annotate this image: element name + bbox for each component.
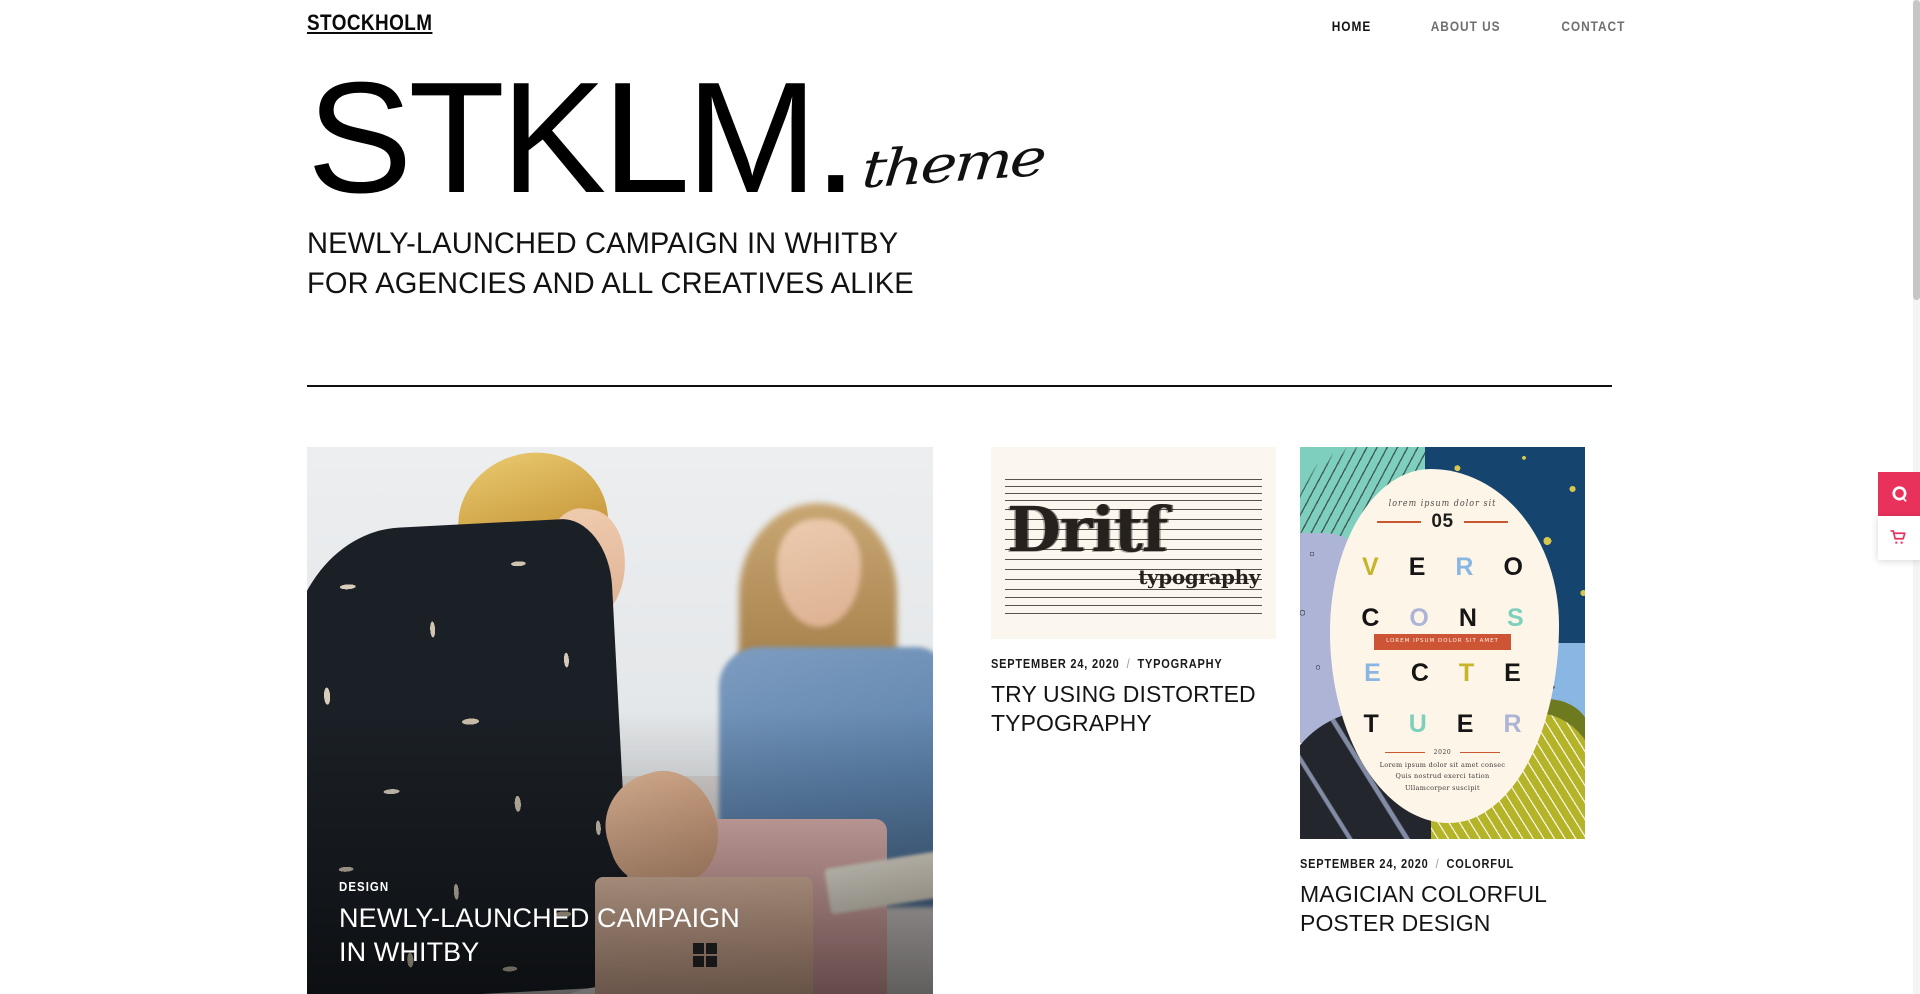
shopping-cart-icon [1890,530,1906,544]
poster-letter: O [1409,604,1429,632]
post-date: SEPTEMBER 24, 2020 [1300,857,1429,871]
post-date: SEPTEMBER 24, 2020 [991,657,1120,671]
hero-divider [307,385,1612,387]
poster-footer-rule: 2020 [1300,749,1585,756]
post-thumb-colorful[interactable]: lorem ipsum dolor sit 05 V E R O C O N S… [1300,447,1585,839]
poster-rule-right [1463,521,1508,523]
post-meta-separator: / [1435,857,1440,871]
poster-number-row: 05 [1300,511,1585,533]
poster-letter: T [1363,710,1379,738]
post-category[interactable]: COLORFUL [1447,857,1514,871]
poster-letter: N [1458,604,1477,632]
poster-letter: V [1362,553,1379,581]
poster-letter-row: C O N S [1300,604,1585,633]
feature-post-overlay: DESIGN NEWLY-LAUNCHED CAMPAIGN IN WHITBY [307,879,933,994]
poster-content: lorem ipsum dolor sit 05 V E R O C O N S… [1300,447,1585,839]
feature-post-category[interactable]: DESIGN [339,879,862,894]
nav-item-contact[interactable]: CONTACT [1562,19,1626,34]
main-navigation: HOME ABOUT US CONTACT [1329,19,1630,34]
post-grid: DESIGN NEWLY-LAUNCHED CAMPAIGN IN WHITBY… [307,447,1617,994]
feature-post-link[interactable]: DESIGN NEWLY-LAUNCHED CAMPAIGN IN WHITBY [307,447,933,994]
hero-title-row: STKLM. theme [307,50,1617,227]
floating-side-widgets [1872,472,1920,560]
post-meta-typography: SEPTEMBER 24, 2020 / TYPOGRAPHY [991,657,1242,671]
post-meta-separator: / [1126,657,1131,671]
poster-footer-line: Ullamcorper suscipit [1405,783,1480,792]
site-header: STOCKHOLM HOME ABOUT US CONTACT [0,0,1920,58]
page-scrollbar-thumb[interactable] [1913,0,1920,300]
poster-rule-left [1377,521,1422,523]
feature-post-title[interactable]: NEWLY-LAUNCHED CAMPAIGN IN WHITBY [339,901,759,969]
poster-letter: R [1455,553,1474,581]
poster-letter: U [1408,710,1427,738]
poster-footer-label: 2020 [1433,749,1452,756]
post-title-colorful[interactable]: MAGICIAN COLORFUL POSTER DESIGN [1300,880,1585,938]
post-thumb-typography[interactable]: Dritf typography [991,447,1276,639]
post-meta-colorful: SEPTEMBER 24, 2020 / COLORFUL [1300,857,1551,871]
typo-thumb-subword: typography [1138,565,1260,589]
poster-letter: C [1361,604,1380,632]
cart-button[interactable] [1878,516,1920,560]
poster-letter-grid: V E R O C O N S E C T E T U E R [1300,553,1585,761]
poster-letter: S [1506,604,1524,632]
hero-title: STKLM. [307,50,858,227]
poster-footer: 2020 Lorem ipsum dolor sit amet consec Q… [1300,749,1585,794]
page-root: STOCKHOLM HOME ABOUT US CONTACT STKLM. t… [0,0,1920,994]
hero-section: STKLM. theme NEWLY-LAUNCHED CAMPAIGN IN … [307,50,1617,304]
hero-subtitle: NEWLY-LAUNCHED CAMPAIGN IN WHITBY FOR AG… [307,227,914,300]
poster-letter-row: V E R O [1300,553,1585,582]
poster-letter-row: E C T E [1300,659,1585,688]
poster-letter: E [1408,553,1426,581]
poster-letter: T [1458,659,1475,687]
poster-letter: E [1504,659,1521,687]
hero-script-accent: theme [859,127,1046,200]
poster-footer-line: Lorem ipsum dolor sit amet consec [1379,761,1506,769]
poster-letter: E [1456,710,1474,738]
poster-accent-band: LOREM IPSUM DOLOR SIT AMET [1300,634,1585,650]
poster-number: 05 [1431,511,1454,532]
nav-item-home[interactable]: HOME [1332,19,1372,34]
poster-footer-line: Quis nostrud exerci tation [1395,772,1490,781]
poster-letter: R [1503,710,1522,738]
typo-thumb-word: Dritf [1007,493,1168,566]
post-title-typography[interactable]: TRY USING DISTORTED TYPOGRAPHY [991,680,1276,738]
poster-letter-row: T U E R [1300,710,1585,739]
post-card-colorful[interactable]: lorem ipsum dolor sit 05 V E R O C O N S… [1300,447,1585,994]
poster-letter: E [1364,659,1381,687]
feature-post-card[interactable]: DESIGN NEWLY-LAUNCHED CAMPAIGN IN WHITBY [307,447,933,994]
poster-band-text: LOREM IPSUM DOLOR SIT AMET [1374,634,1511,650]
purchase-button[interactable] [1878,472,1920,516]
post-category[interactable]: TYPOGRAPHY [1138,657,1223,671]
envato-q-icon [1891,485,1906,502]
grid-gap [957,447,967,994]
nav-item-about-us[interactable]: ABOUT US [1431,19,1501,34]
poster-arc-text: lorem ipsum dolor sit [1388,498,1497,509]
poster-letter: O [1503,553,1523,581]
poster-letter: C [1410,659,1429,687]
site-logo[interactable]: STOCKHOLM [307,12,432,34]
post-card-typography[interactable]: Dritf typography SEPTEMBER 24, 2020 / TYPO… [991,447,1276,994]
